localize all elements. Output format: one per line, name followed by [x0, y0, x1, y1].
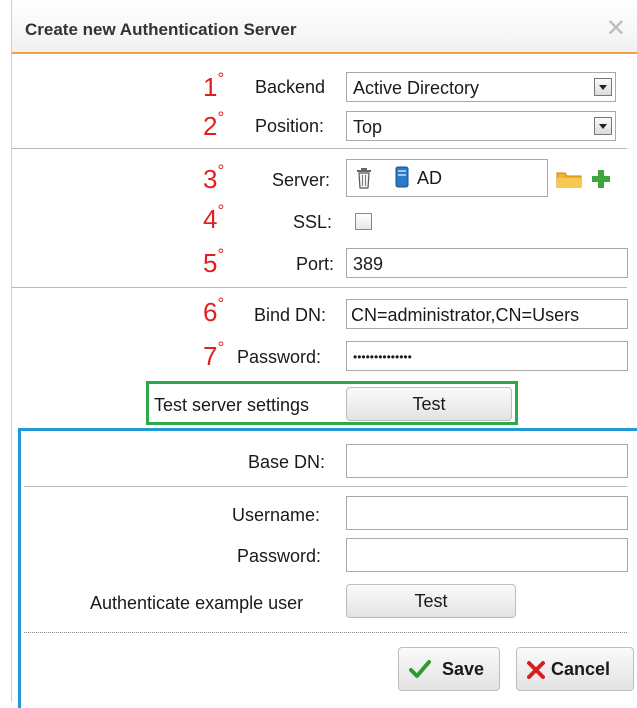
step-5-label: 5° — [203, 245, 225, 278]
add-icon[interactable] — [590, 168, 612, 190]
port-label: Port: — [296, 254, 335, 274]
base-dn-field[interactable] — [346, 444, 628, 478]
position-label: Position: — [255, 116, 325, 136]
step-2-label: 2° — [203, 108, 225, 141]
server-icon — [395, 166, 409, 188]
position-value: Top — [353, 117, 383, 137]
step-6: 6° — [203, 294, 225, 328]
password-field[interactable]: •••••••••••••• — [346, 341, 628, 371]
step-7-label: 7° — [203, 338, 225, 371]
backend-value: Active Directory — [353, 78, 480, 98]
position-select[interactable]: Top — [346, 111, 616, 141]
user-password-field[interactable] — [346, 538, 628, 572]
username-label: Username: — [232, 505, 321, 525]
ssl-checkbox[interactable] — [355, 213, 372, 230]
divider — [24, 632, 627, 633]
server-field[interactable]: AD — [346, 159, 548, 197]
cancel-label: Cancel — [551, 659, 611, 679]
checkmark-icon — [409, 660, 431, 678]
dialog-title: Create new Authentication Server — [25, 20, 297, 39]
port-value: 389 — [353, 254, 384, 274]
test-server-label: Test server settings — [154, 395, 310, 415]
chevron-down-icon[interactable] — [594, 78, 612, 96]
auth-example-test-button[interactable]: Test — [346, 584, 516, 618]
step-6-label: 6° — [203, 294, 225, 327]
dialog-titlebar: Create new Authentication Server ✕ — [12, 0, 637, 54]
step-4: 4° — [203, 201, 225, 235]
chevron-down-icon[interactable] — [594, 117, 612, 135]
backend-select[interactable]: Active Directory — [346, 72, 616, 102]
divider — [11, 287, 627, 288]
backend-label: Backend — [255, 77, 326, 97]
step-4-label: 4° — [203, 201, 225, 234]
user-password-label: Password: — [237, 546, 322, 566]
server-value: AD — [417, 168, 443, 188]
step-5: 5° — [203, 245, 225, 279]
cancel-x-icon — [527, 661, 545, 679]
divider — [11, 148, 627, 149]
divider — [24, 486, 627, 487]
bind-dn-value: CN=administrator,CN=Users — [351, 305, 580, 325]
step-1-label: 1° — [203, 69, 225, 102]
cancel-button[interactable]: Cancel — [516, 647, 634, 691]
bind-dn-label: Bind DN: — [254, 305, 327, 325]
base-dn-label: Base DN: — [248, 452, 326, 472]
bind-dn-field[interactable]: CN=administrator,CN=Users — [346, 299, 628, 329]
close-icon[interactable]: ✕ — [606, 14, 626, 43]
save-button[interactable]: Save — [398, 647, 500, 691]
password-value: •••••••••••••• — [353, 350, 412, 364]
test-server-button[interactable]: Test — [346, 387, 512, 421]
step-3: 3° — [203, 161, 225, 195]
username-field[interactable] — [346, 496, 628, 530]
step-1: 1° — [203, 69, 225, 103]
port-field[interactable]: 389 — [346, 248, 628, 278]
password-label: Password: — [237, 347, 322, 367]
step-3-label: 3° — [203, 161, 225, 194]
step-7: 7° — [203, 338, 225, 372]
ssl-label: SSL: — [293, 212, 333, 232]
step-2: 2° — [203, 108, 225, 142]
auth-example-label: Authenticate example user — [90, 593, 304, 613]
folder-icon[interactable] — [556, 170, 582, 188]
server-label: Server: — [272, 170, 331, 190]
trash-icon[interactable] — [356, 167, 372, 189]
save-label: Save — [442, 659, 485, 679]
